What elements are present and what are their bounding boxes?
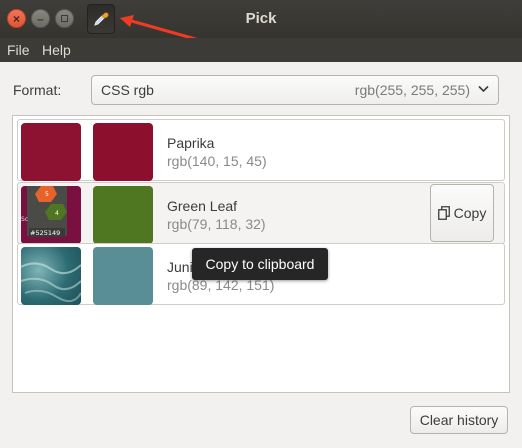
ocean-texture-image <box>21 262 81 303</box>
menu-help[interactable]: Help <box>42 42 71 58</box>
color-value: rgb(79, 118, 32) <box>167 216 266 232</box>
window-title: Pick <box>245 10 277 27</box>
copy-tooltip: Copy to clipboard <box>192 248 328 280</box>
svg-text:Sc: Sc <box>21 216 28 223</box>
color-name: Paprika <box>167 135 215 151</box>
color-name: Juni <box>167 259 193 275</box>
format-dropdown[interactable]: CSS rgb rgb(255, 255, 255) <box>91 75 499 105</box>
copy-button[interactable]: Copy <box>430 184 494 242</box>
chevron-down-icon <box>478 85 489 93</box>
thumbnail-image: 5 4 #525149 Sc <box>21 186 81 244</box>
format-selected: CSS rgb <box>101 82 154 98</box>
menu-file[interactable]: File <box>7 42 30 58</box>
history-row[interactable]: Paprika rgb(140, 15, 45) <box>17 119 505 181</box>
clear-history-button[interactable]: Clear history <box>410 406 508 434</box>
color-swatch <box>93 247 153 305</box>
color-value: rgb(140, 15, 45) <box>167 153 267 169</box>
screenshot-thumbnail <box>21 247 81 305</box>
format-label: Format: <box>13 82 62 98</box>
color-name: Green Leaf <box>167 198 238 214</box>
menu-bar: File Help <box>0 38 522 62</box>
copy-button-label: Copy <box>453 205 487 221</box>
color-swatch <box>93 123 153 181</box>
color-swatch <box>93 186 153 244</box>
svg-text:5: 5 <box>45 191 49 198</box>
title-bar: × – Pick <box>0 0 522 44</box>
screenshot-thumbnail: 5 4 #525149 Sc <box>21 186 81 244</box>
screenshot-thumbnail <box>21 123 81 181</box>
copy-icon <box>437 206 450 220</box>
format-preview: rgb(255, 255, 255) <box>354 82 470 98</box>
history-row[interactable]: 5 4 #525149 Sc Green Leaf rgb(79, 118, 3… <box>17 182 505 244</box>
svg-text:4: 4 <box>55 210 59 217</box>
thumbnail-label: #525149 <box>30 229 60 237</box>
